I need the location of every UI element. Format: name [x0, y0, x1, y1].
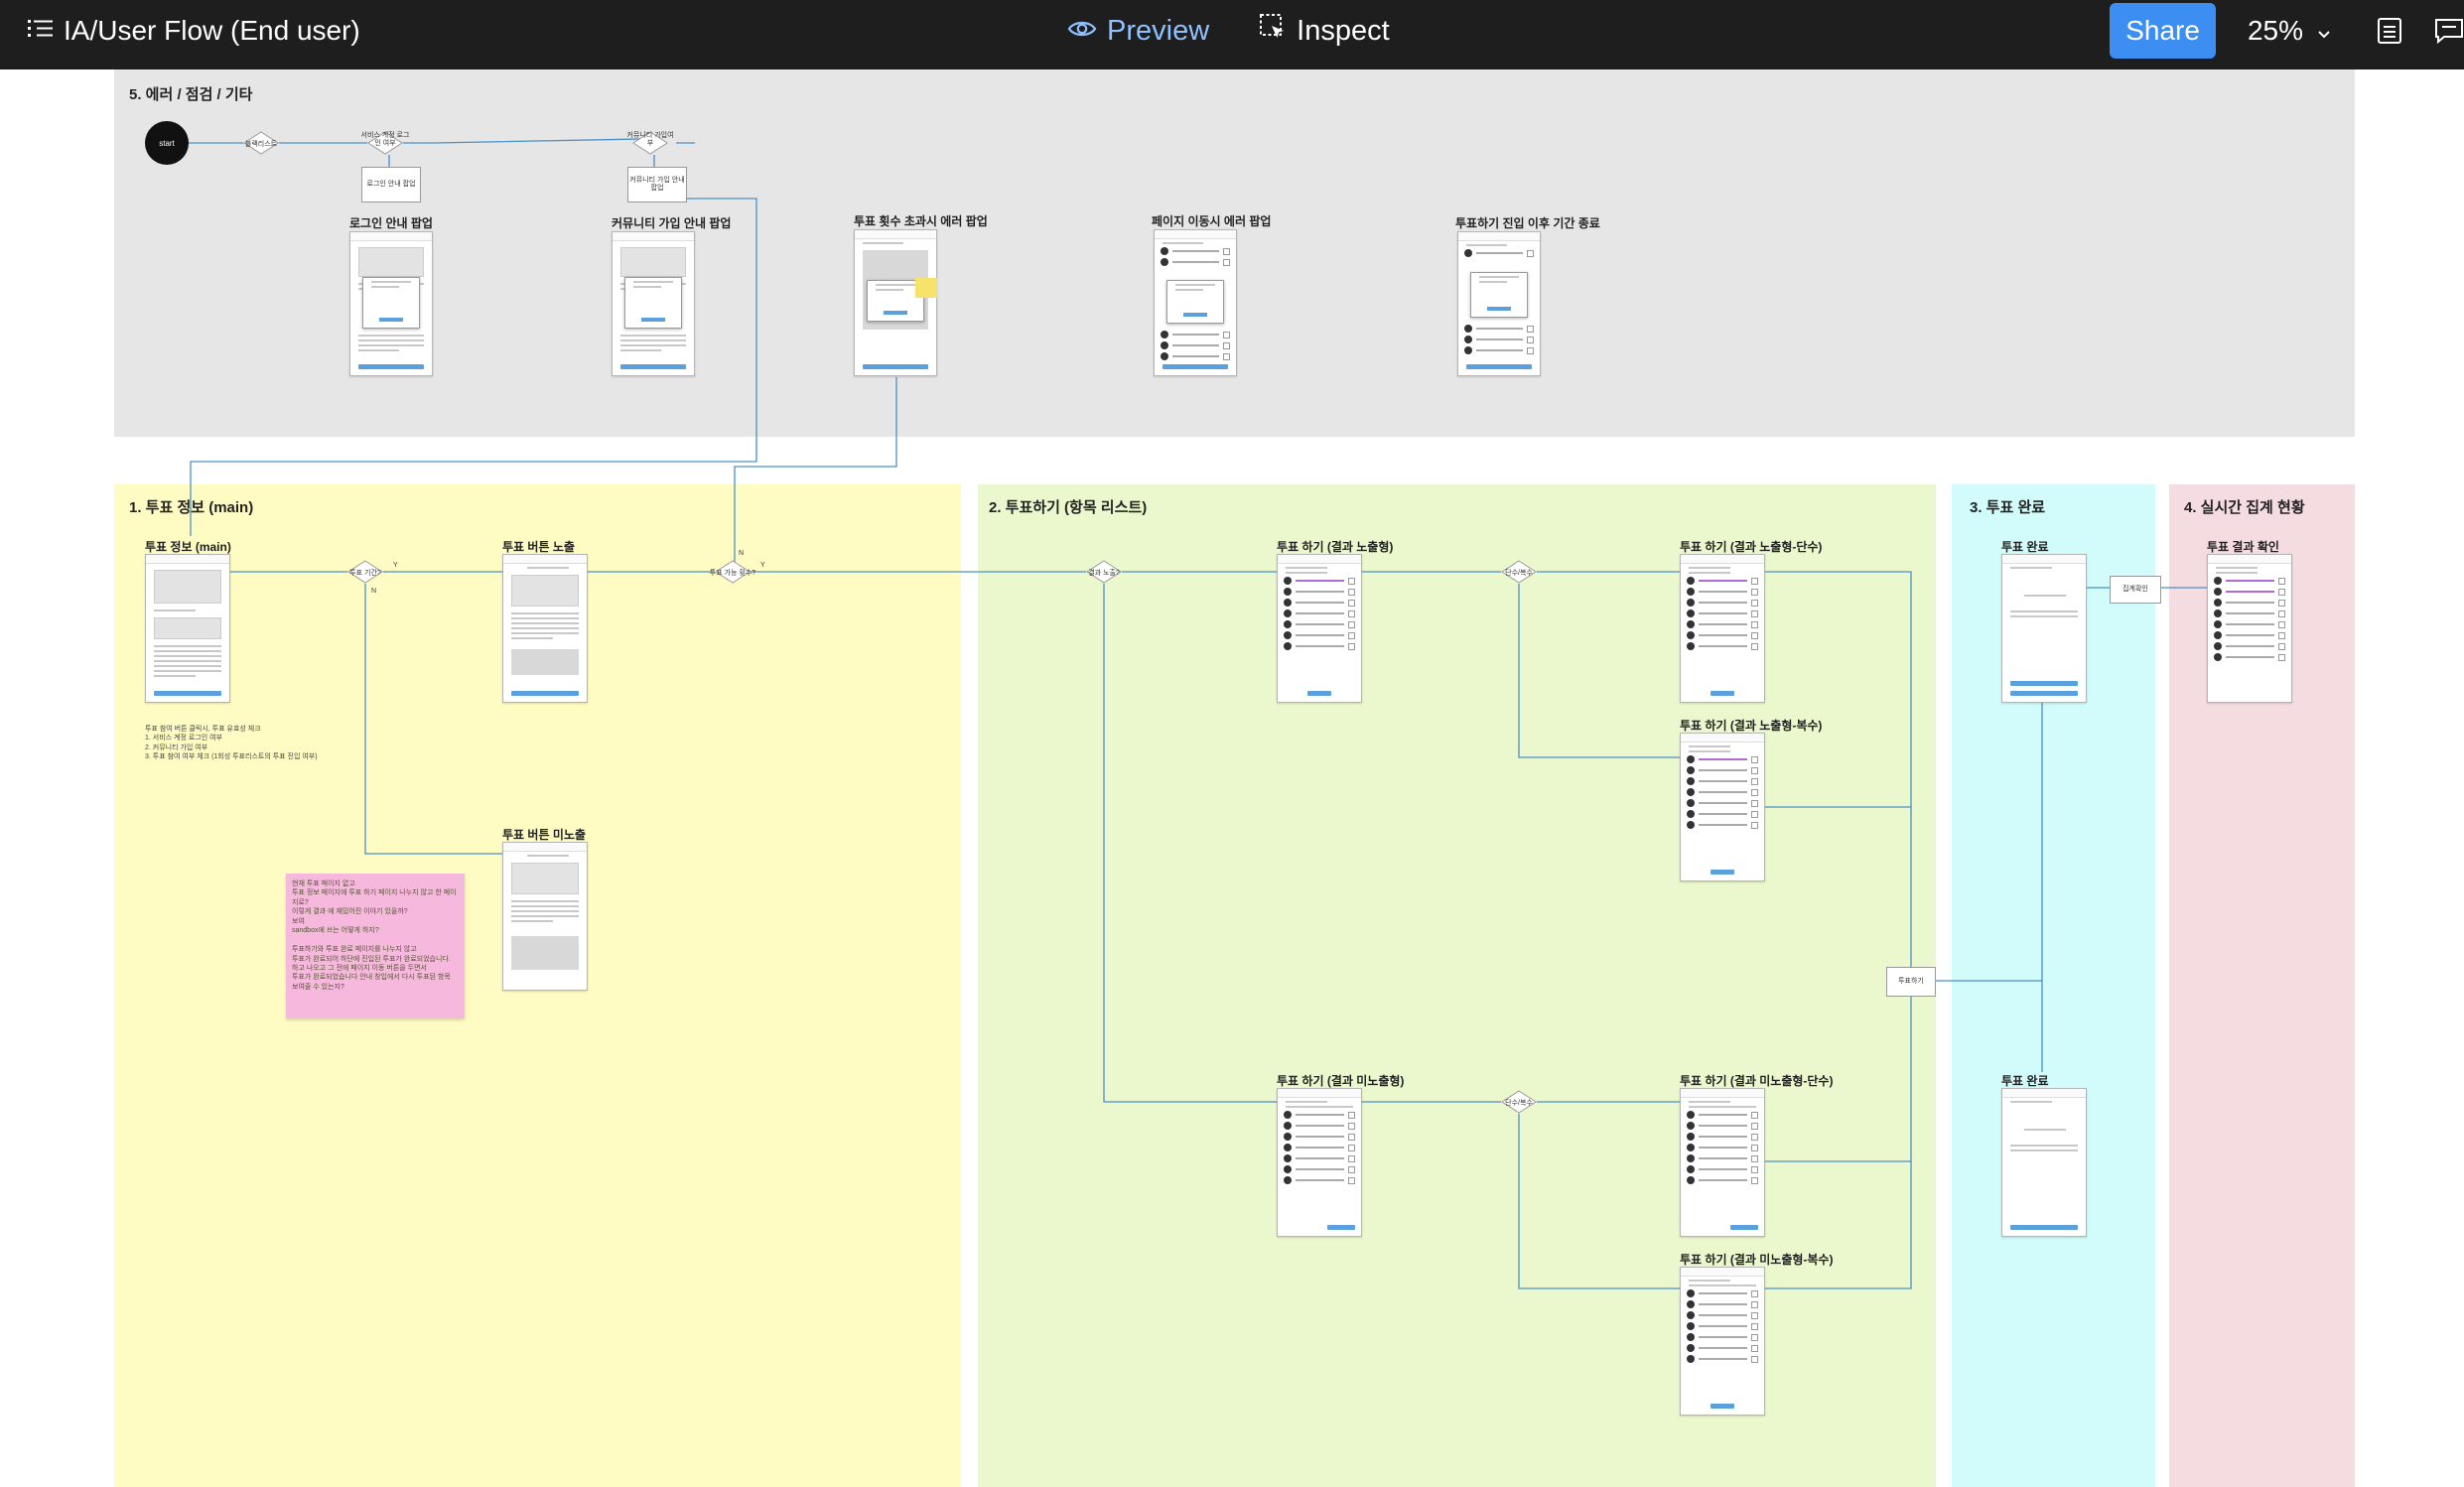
preview-button[interactable]: Preview: [1067, 15, 1209, 48]
frame-period-ended[interactable]: [1457, 231, 1541, 376]
frame-page-move-error[interactable]: [1154, 229, 1237, 376]
branch-yes-label: Y: [760, 562, 765, 569]
preview-label: Preview: [1107, 14, 1210, 47]
design-canvas[interactable]: 5. 에러 / 점검 / 기타 start 블랙리스트 서비스 계정 로그인 여…: [0, 69, 2464, 1487]
frame-title: 투표 결과 확인: [2207, 540, 2279, 554]
frame-title: 커뮤니티 가입 안내 팝업: [612, 216, 732, 230]
flow-decision-label: 단수/복수: [1505, 570, 1533, 577]
vote-submit-node: 투표하기: [1886, 967, 1936, 997]
section-info-title: 1. 투표 정보 (main): [129, 499, 254, 516]
frame-title: 투표 하기 (결과 미노출형-단수): [1680, 1074, 1834, 1088]
frame-title: 페이지 이동시 에러 팝업: [1152, 214, 1272, 228]
frame-vote-main[interactable]: [145, 554, 230, 703]
flow-decision-label: 블랙리스트: [244, 141, 278, 148]
frame-title: 투표 횟수 초과시 에러 팝업: [854, 214, 988, 228]
frame-title: 투표 하기 (결과 미노출형-복수): [1680, 1253, 1834, 1267]
frame-title: 투표 하기 (결과 노출형-단수): [1680, 540, 1823, 554]
document-icon[interactable]: [2377, 17, 2402, 45]
frame-title: 투표 완료: [2001, 540, 2049, 554]
section-error-title: 5. 에러 / 점검 / 기타: [129, 86, 253, 103]
section-vote-title: 2. 투표하기 (항목 리스트): [989, 499, 1148, 516]
eye-icon: [1067, 15, 1097, 48]
sticky-note-pink: 현재 투표 페이지 없고 투표 정보 페이지에 투표 하기 페이지 나누지 않고…: [286, 874, 465, 1018]
frame-vote-result-visible[interactable]: [1277, 554, 1362, 703]
validation-note: 투표 참여 버튼 클릭시, 투표 유효성 체크 1. 서비스 계정 로그인 여부…: [145, 726, 318, 761]
section-done-title: 3. 투표 완료: [1970, 499, 2046, 516]
frame-community-popup[interactable]: [612, 231, 695, 376]
frame-vote-complete[interactable]: [2001, 554, 2087, 703]
result-check-link[interactable]: 집계확인: [2110, 576, 2161, 604]
frame-title: 투표 하기 (결과 노출형-복수): [1680, 719, 1823, 733]
file-title: IA/User Flow (End user): [64, 15, 360, 46]
zoom-value: 25%: [2247, 15, 2303, 46]
inspect-icon: [1259, 13, 1287, 49]
frame-vote-limit-error[interactable]: [854, 229, 937, 376]
frame-vote-result-hidden[interactable]: [1277, 1088, 1362, 1237]
login-popup-box: 로그인 안내 팝업: [361, 167, 421, 203]
flow-decision-label: 서비스 계정 로그인 여부: [360, 132, 410, 147]
frame-title: 로그인 안내 팝업: [349, 216, 433, 230]
frame-title: 투표 정보 (main): [145, 540, 231, 554]
frame-login-popup[interactable]: [349, 231, 433, 376]
flow-decision-label: 투표 가능 횟수?: [709, 570, 756, 577]
frame-vote-result-visible-multi[interactable]: [1680, 733, 1765, 881]
top-bar: IA/User Flow (End user) Preview Inspect …: [0, 0, 2464, 69]
frame-title: 투표하기 진입 이후 기간 종료: [1455, 216, 1600, 230]
frame-title: 투표 버튼 미노출: [502, 828, 586, 842]
community-popup-box: 커뮤니티 가입 안내 팝업: [627, 167, 687, 203]
section-voting: [978, 484, 1936, 1487]
flow-decision-label: 커뮤니티 가입여부: [626, 132, 674, 147]
frame-vote-result-check[interactable]: [2207, 554, 2292, 703]
branch-no-label: N: [739, 550, 745, 557]
file-title-area[interactable]: IA/User Flow (End user): [28, 0, 360, 62]
flow-decision-label: 투표 기간?: [349, 570, 381, 577]
flow-decision-label: 결과 노출?: [1088, 570, 1120, 577]
frame-title: 투표 하기 (결과 미노출형): [1277, 1074, 1405, 1088]
inspect-label: Inspect: [1297, 14, 1390, 47]
comment-icon[interactable]: [2434, 17, 2464, 45]
frame-title: 투표 완료: [2001, 1074, 2049, 1088]
branch-yes-label: Y: [393, 562, 398, 569]
frame-title: 투표 버튼 노출: [502, 540, 575, 554]
section-result-title: 4. 실시간 집계 현황: [2184, 499, 2305, 516]
share-button[interactable]: Share: [2110, 3, 2216, 59]
frame-vote-result-hidden-single[interactable]: [1680, 1088, 1765, 1237]
start-node: start: [145, 121, 189, 165]
branch-no-label: N: [371, 588, 377, 595]
frame-vote-result-hidden-multi[interactable]: [1680, 1267, 1765, 1416]
frame-title: 투표 하기 (결과 노출형): [1277, 540, 1394, 554]
sticky-note-yellow: [915, 278, 937, 298]
zoom-dropdown[interactable]: 25%: [2248, 15, 2331, 47]
chevron-down-icon: [2317, 15, 2331, 47]
frame-vote-result-visible-single[interactable]: [1680, 554, 1765, 703]
frame-vote-complete-2[interactable]: [2001, 1088, 2087, 1237]
frame-vote-button-shown[interactable]: [502, 554, 588, 703]
layers-list-icon[interactable]: [28, 15, 54, 47]
flow-decision-label: 단수/복수: [1505, 1100, 1533, 1107]
frame-vote-button-hidden[interactable]: [502, 842, 588, 991]
inspect-button[interactable]: Inspect: [1259, 13, 1390, 49]
